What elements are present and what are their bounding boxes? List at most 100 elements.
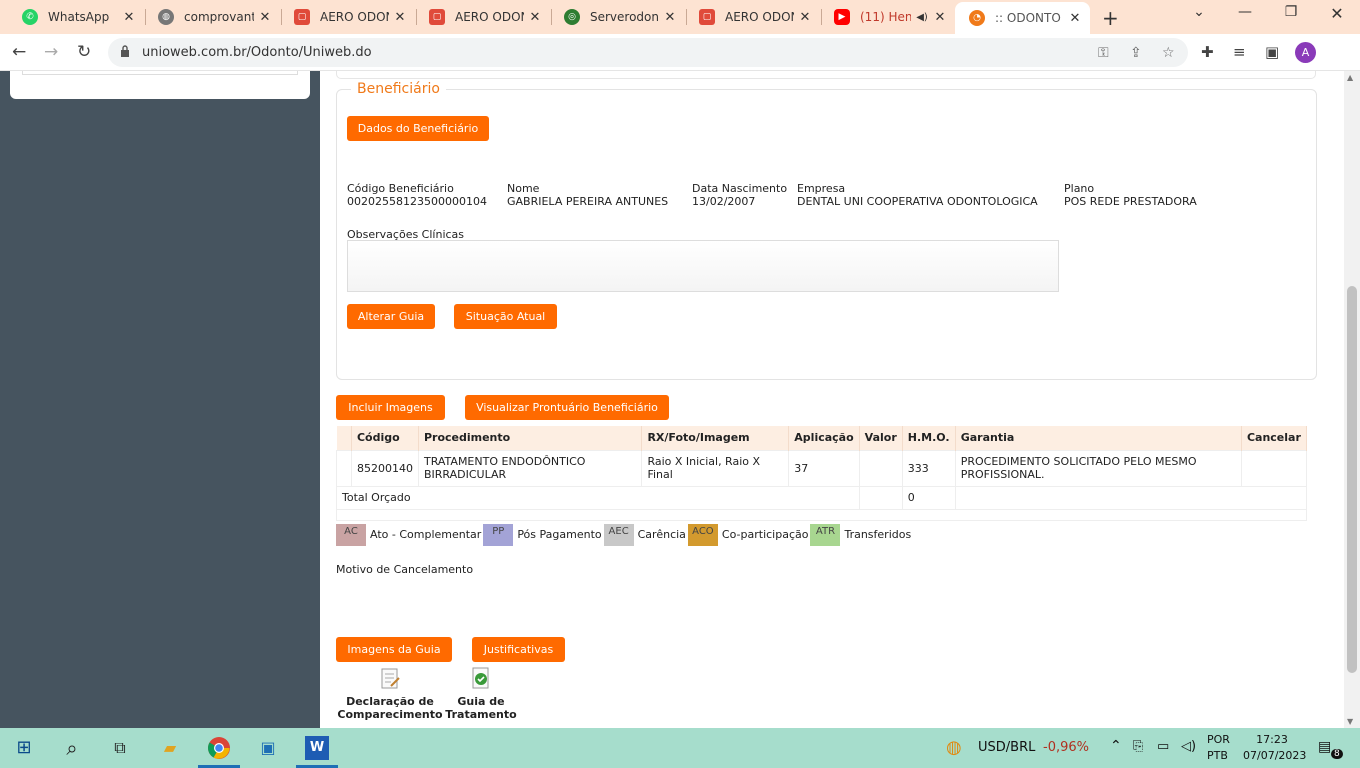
browser-tab[interactable]: ▶ (11) Henr ◀) ✕: [820, 4, 955, 30]
cancelar-cell[interactable]: [1240, 449, 1308, 487]
tab-title: :: ODONTO U: [995, 11, 1064, 25]
tab-title: AERO ODON: [725, 10, 794, 24]
total-row: Total Orçado 0: [336, 485, 1308, 510]
main-content: Beneficiário Dados do Beneficiário Códig…: [320, 71, 1344, 728]
screenshot-icon[interactable]: ⎘: [1133, 739, 1143, 754]
photos-icon[interactable]: ▣: [256, 736, 280, 760]
imagens-guia-button[interactable]: Imagens da Guia: [336, 637, 452, 662]
url-text: unioweb.com.br/Odonto/Uniweb.do: [142, 45, 372, 60]
chrome-icon: ◎: [564, 9, 580, 25]
scroll-down-icon[interactable]: ▼: [1347, 717, 1353, 726]
status-legend: AC Ato - Complementar PP Pós Pagamento A…: [336, 524, 913, 546]
ticker-label[interactable]: USD/BRL: [978, 740, 1035, 755]
word-icon[interactable]: W: [305, 736, 329, 760]
close-icon[interactable]: ✕: [258, 10, 272, 25]
address-bar[interactable]: unioweb.com.br/Odonto/Uniweb.do ⚿ ⇪ ☆: [108, 38, 1188, 67]
window-close-icon[interactable]: ✕: [1322, 4, 1352, 23]
globe-icon: ◍: [158, 9, 174, 25]
clock[interactable]: 17:23 07/07/2023: [1243, 733, 1306, 762]
chrome-taskbar-icon[interactable]: [207, 736, 231, 760]
legend-badge-atr: ATR: [810, 524, 841, 546]
chevron-up-icon[interactable]: ⌃: [1110, 738, 1122, 754]
close-icon[interactable]: ✕: [663, 10, 677, 25]
search-icon[interactable]: ⌕: [60, 736, 84, 760]
tab-bar: ✆ WhatsApp ✕ ◍ comprovante ✕ ▢ AERO ODON…: [0, 0, 1360, 34]
dados-beneficiario-button[interactable]: Dados do Beneficiário: [347, 116, 489, 141]
scrollbar-thumb[interactable]: [1347, 286, 1357, 673]
back-arrow-icon[interactable]: ←: [12, 42, 26, 62]
minimize-icon[interactable]: —: [1230, 4, 1260, 20]
situacao-atual-button[interactable]: Situação Atual: [454, 304, 557, 329]
browser-tab[interactable]: ▢ AERO ODON ✕: [280, 4, 415, 30]
file-explorer-icon[interactable]: ▰: [158, 736, 182, 760]
volume-icon[interactable]: ◁): [1181, 739, 1196, 754]
notification-count: 8: [1331, 749, 1343, 759]
table-row[interactable]: 85200140 TRATAMENTO ENDODÔNTICO BIRRADIC…: [336, 449, 1308, 487]
lock-icon: [121, 45, 129, 57]
extensions-icon[interactable]: ✚: [1201, 43, 1214, 61]
key-icon[interactable]: ⚿: [1098, 45, 1109, 61]
restore-icon[interactable]: ❐: [1276, 4, 1306, 20]
vertical-scrollbar[interactable]: ▲ ▼: [1344, 71, 1360, 728]
task-view-icon[interactable]: ⧉: [108, 736, 132, 760]
browser-tab-active[interactable]: ◔ :: ODONTO U ✕: [955, 2, 1090, 34]
legend-badge-pp: PP: [483, 524, 514, 546]
side-panel-icon[interactable]: ▣: [1265, 43, 1279, 61]
stocks-widget-icon[interactable]: ◍: [946, 737, 962, 758]
notifications-icon[interactable]: ▤: [1318, 739, 1331, 755]
browser-tab[interactable]: ◎ Serverodonto ✕: [550, 4, 685, 30]
close-icon[interactable]: ✕: [393, 10, 407, 25]
legend-badge-aco: ACO: [687, 524, 718, 546]
check-document-icon: [468, 667, 494, 691]
alterar-guia-button[interactable]: Alterar Guia: [347, 304, 435, 329]
youtube-icon: ▶: [834, 9, 850, 25]
browser-toolbar: ← → ↻ unioweb.com.br/Odonto/Uniweb.do ⚿ …: [0, 34, 1360, 71]
justificativas-button[interactable]: Justificativas: [472, 637, 565, 662]
close-icon[interactable]: ✕: [528, 10, 542, 25]
reload-icon[interactable]: ↻: [77, 42, 91, 62]
incluir-imagens-button[interactable]: Incluir Imagens: [336, 395, 445, 420]
page: Beneficiário Dados do Beneficiário Códig…: [0, 71, 1344, 728]
browser-tab[interactable]: ✆ WhatsApp ✕: [8, 4, 144, 30]
tab-title: WhatsApp: [48, 10, 110, 24]
speaker-icon[interactable]: ◀): [915, 12, 929, 23]
media-icon[interactable]: ≡: [1233, 43, 1246, 61]
section-title: Beneficiário: [357, 81, 440, 97]
browser-tab[interactable]: ◍ comprovante ✕: [144, 4, 280, 30]
procedures-table: Código Procedimento RX/Foto/Imagem Aplic…: [336, 426, 1308, 521]
motivo-cancelamento-label: Motivo de Cancelamento: [336, 563, 474, 576]
app-icon: ▢: [429, 9, 445, 25]
whatsapp-icon: ✆: [22, 9, 38, 25]
network-icon[interactable]: ▭: [1157, 739, 1169, 754]
app-icon: ▢: [699, 9, 715, 25]
new-tab-plus-icon[interactable]: +: [1102, 6, 1119, 30]
browser-tab[interactable]: ▢ AERO ODON ✕: [685, 4, 820, 30]
document-icon: [377, 667, 403, 691]
app-icon: ▢: [294, 9, 310, 25]
scroll-up-icon[interactable]: ▲: [1347, 73, 1353, 82]
close-icon[interactable]: ✕: [798, 10, 812, 25]
windows-start-icon[interactable]: ⊞: [12, 736, 36, 760]
visualizar-prontuario-button[interactable]: Visualizar Prontuário Beneficiário: [465, 395, 669, 420]
guia-tratamento-link[interactable]: Guia de Tratamento: [444, 667, 518, 721]
declaracao-comparecimento-link[interactable]: Declaração de Comparecimento: [337, 667, 443, 721]
tab-search-chevron-icon[interactable]: ⌄: [1184, 4, 1214, 20]
table-header: Código Procedimento RX/Foto/Imagem Aplic…: [336, 426, 1308, 450]
close-icon[interactable]: ✕: [122, 10, 136, 25]
browser-tab[interactable]: ▢ AERO ODON ✕: [415, 4, 550, 30]
star-icon[interactable]: ☆: [1162, 45, 1175, 61]
share-icon[interactable]: ⇪: [1130, 45, 1142, 61]
field-data-nascimento: Data Nascimento 13/02/2007: [692, 182, 788, 208]
tab-title: Serverodonto: [590, 10, 659, 24]
legend-badge-aec: AEC: [603, 524, 634, 546]
close-icon[interactable]: ✕: [1068, 11, 1082, 26]
language-indicator[interactable]: POR PTB: [1207, 733, 1230, 762]
close-icon[interactable]: ✕: [933, 10, 947, 25]
field-empresa: Empresa DENTAL UNI COOPERATIVA ODONTOLOG…: [797, 182, 1038, 208]
profile-avatar[interactable]: A: [1295, 42, 1316, 63]
forward-arrow-icon[interactable]: →: [44, 42, 58, 62]
tab-title: (11) Henr: [860, 10, 911, 24]
observacoes-field[interactable]: [347, 240, 1059, 292]
legend-badge-ac: AC: [336, 524, 366, 546]
tab-title: AERO ODON: [320, 10, 389, 24]
